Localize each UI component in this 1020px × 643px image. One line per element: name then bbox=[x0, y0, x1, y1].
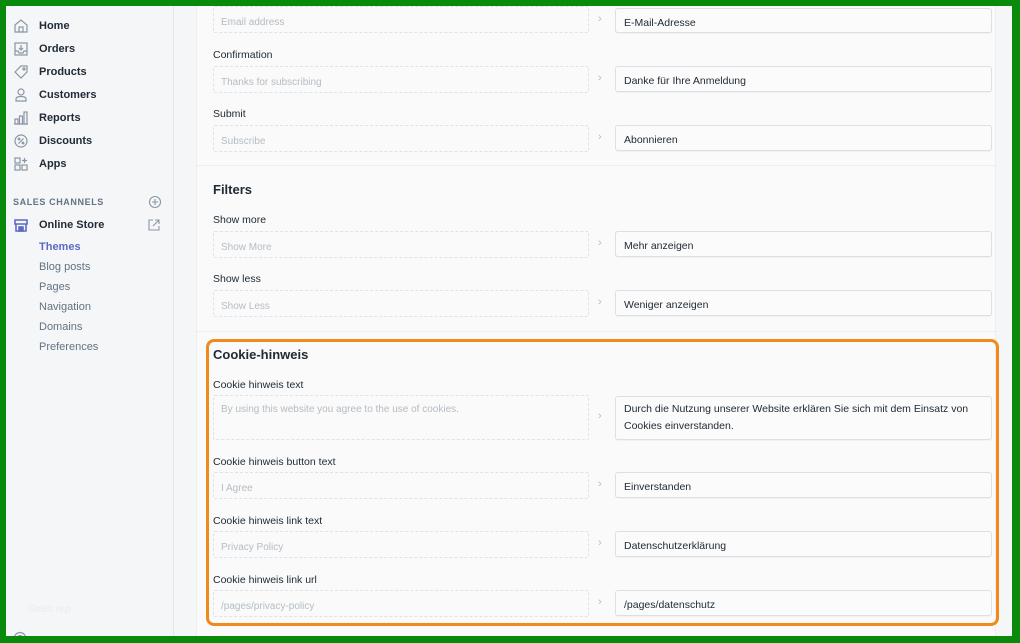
chevron-right-icon: › bbox=[598, 478, 602, 490]
translation-input-email[interactable]: E-Mail-Adresse bbox=[615, 8, 992, 33]
sidebar-subitem-preferences[interactable]: Preferences bbox=[39, 341, 98, 353]
sidebar-item-customers[interactable]: Customers bbox=[6, 84, 174, 106]
section-title: Cookie-hinweis bbox=[213, 347, 309, 362]
chevron-right-icon: › bbox=[598, 237, 602, 249]
sidebar-item-products[interactable]: Products bbox=[6, 61, 174, 83]
sidebar-subitem-pages[interactable]: Pages bbox=[39, 281, 70, 293]
sidebar-label: Orders bbox=[39, 43, 76, 55]
translation-input-confirmation[interactable]: Danke für Ihre Anmeldung bbox=[615, 66, 992, 92]
sidebar-label: Home bbox=[39, 20, 70, 32]
translation-input-show-less[interactable]: Weniger anzeigen bbox=[615, 290, 992, 316]
chevron-right-icon: › bbox=[598, 596, 602, 608]
field-label-cookie-button: Cookie hinweis button text bbox=[213, 456, 336, 468]
person-icon bbox=[12, 86, 30, 104]
sidebar-item-settings[interactable]: Settings bbox=[12, 630, 87, 636]
source-show-more: Show More bbox=[213, 231, 589, 258]
app-frame: Home Orders Products Customers Reports D… bbox=[6, 6, 1012, 636]
sidebar-subitem-domains[interactable]: Domains bbox=[39, 321, 82, 333]
sidebar-subitem-themes[interactable]: Themes bbox=[39, 241, 81, 253]
add-channel-icon[interactable] bbox=[148, 195, 162, 209]
sidebar-item-home[interactable]: Home bbox=[6, 15, 174, 37]
source-confirmation: Thanks for subscribing bbox=[213, 66, 589, 93]
source-cookie-text: By using this website you agree to the u… bbox=[213, 395, 589, 440]
discount-icon bbox=[12, 132, 30, 150]
sidebar-item-apps[interactable]: Apps bbox=[6, 153, 174, 175]
store-icon bbox=[12, 216, 30, 234]
source-email: Email address bbox=[213, 6, 589, 33]
chevron-right-icon: › bbox=[598, 131, 602, 143]
sidebar-label: Online Store bbox=[39, 219, 105, 231]
chevron-right-icon: › bbox=[598, 410, 602, 422]
sidebar-subitem-blog-posts[interactable]: Blog posts bbox=[39, 261, 90, 273]
translation-input-cookie-link-url[interactable]: /pages/datenschutz bbox=[615, 590, 992, 616]
sidebar-label: Reports bbox=[39, 112, 81, 124]
sidebar-subitem-navigation[interactable]: Navigation bbox=[39, 301, 91, 313]
field-label-cookie-text: Cookie hinweis text bbox=[213, 379, 304, 391]
sidebar-label: Customers bbox=[39, 89, 97, 101]
faded-label: Sales rep bbox=[28, 604, 71, 615]
sidebar-item-discounts[interactable]: Discounts bbox=[6, 130, 174, 152]
field-label-confirmation: Confirmation bbox=[213, 49, 273, 61]
external-link-icon[interactable] bbox=[147, 218, 161, 232]
tag-icon bbox=[12, 63, 30, 81]
translation-input-cookie-link-text[interactable]: Datenschutzerklärung bbox=[615, 531, 992, 557]
sidebar: Home Orders Products Customers Reports D… bbox=[6, 6, 174, 636]
translation-input-cookie-text[interactable]: Durch die Nutzung unserer Website erklär… bbox=[615, 396, 992, 440]
field-label-cookie-link-url: Cookie hinweis link url bbox=[213, 574, 317, 586]
field-label-show-less: Show less bbox=[213, 273, 261, 285]
source-submit: Subscribe bbox=[213, 125, 589, 152]
gear-icon bbox=[12, 630, 28, 636]
sidebar-item-orders[interactable]: Orders bbox=[6, 38, 174, 60]
sidebar-item-reports[interactable]: Reports bbox=[6, 107, 174, 129]
chevron-right-icon: › bbox=[598, 537, 602, 549]
translation-input-cookie-button[interactable]: Einverstanden bbox=[615, 472, 992, 498]
translation-input-show-more[interactable]: Mehr anzeigen bbox=[615, 231, 992, 257]
source-cookie-button: I Agree bbox=[213, 472, 589, 499]
orders-icon bbox=[12, 40, 30, 58]
sidebar-label: Apps bbox=[39, 158, 67, 170]
cookie-section: Cookie-hinweis Cookie hinweis text By us… bbox=[197, 332, 997, 636]
chevron-right-icon: › bbox=[598, 72, 602, 84]
sidebar-label: Products bbox=[39, 66, 87, 78]
apps-icon bbox=[12, 155, 30, 173]
source-cookie-link-url: /pages/privacy-policy bbox=[213, 590, 589, 617]
source-show-less: Show Less bbox=[213, 290, 589, 317]
sidebar-label: Discounts bbox=[39, 135, 93, 147]
field-label-cookie-link-text: Cookie hinweis link text bbox=[213, 515, 323, 527]
field-label-show-more: Show more bbox=[213, 214, 267, 226]
field-label-submit: Submit bbox=[213, 108, 246, 120]
sales-channels-heading: SALES CHANNELS bbox=[13, 197, 104, 207]
chart-icon bbox=[12, 109, 30, 127]
filters-section: Filters Show more Show More › Mehr anzei… bbox=[197, 166, 997, 332]
newsletter-section: Email address › E-Mail-Adresse Confirmat… bbox=[197, 6, 997, 166]
translation-input-submit[interactable]: Abonnieren bbox=[615, 125, 992, 151]
sidebar-label: Settings bbox=[44, 635, 87, 637]
chevron-right-icon: › bbox=[598, 13, 602, 25]
section-title: Filters bbox=[213, 182, 253, 197]
source-cookie-link-text: Privacy Policy bbox=[213, 531, 589, 558]
chevron-right-icon: › bbox=[598, 296, 602, 308]
translation-editor: Email address › E-Mail-Adresse Confirmat… bbox=[196, 6, 999, 636]
home-icon bbox=[12, 17, 30, 35]
